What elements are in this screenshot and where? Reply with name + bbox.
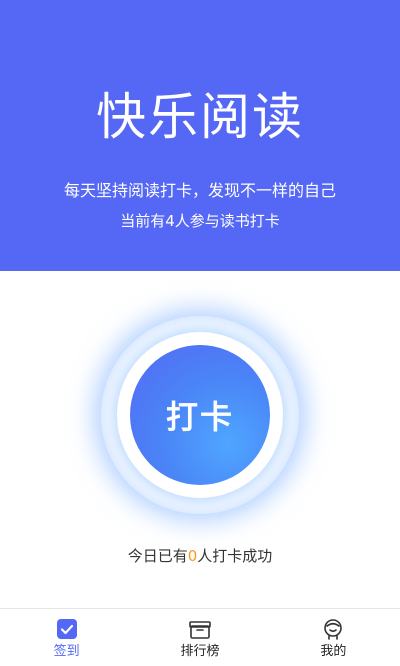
participants-count: 4	[165, 212, 175, 230]
app-title: 快乐阅读	[96, 88, 304, 146]
today-suffix: 人打卡成功	[197, 547, 273, 565]
user-icon	[324, 619, 343, 640]
participants-text: 当前有4人参与读书打卡	[0, 210, 400, 232]
today-count: 0	[187, 547, 198, 565]
tab-mine[interactable]: 我的	[267, 609, 400, 666]
tab-mine-label: 我的	[320, 644, 347, 659]
gift-box-icon	[189, 621, 211, 639]
checkin-button[interactable]: 打卡	[130, 345, 270, 485]
tab-checkin[interactable]: 签到	[0, 609, 133, 666]
participants-suffix: 人参与读书打卡	[174, 212, 280, 230]
tab-checkin-label: 签到	[53, 644, 80, 659]
hero-banner: 快乐阅读 每天坚持阅读打卡，发现不一样的自己 当前有4人参与读书打卡	[0, 0, 400, 271]
tab-ranking[interactable]: 排行榜	[133, 609, 266, 666]
checkbox-icon	[56, 619, 77, 639]
hero-subtitle: 每天坚持阅读打卡，发现不一样的自己	[63, 181, 336, 200]
today-checkin-status: 今日已有0人打卡成功	[0, 545, 400, 566]
tab-ranking-label: 排行榜	[180, 644, 220, 659]
today-prefix: 今日已有	[127, 547, 188, 565]
bottom-tab-bar: 签到 排行榜 我的	[0, 608, 400, 666]
participants-prefix: 当前有	[120, 212, 166, 230]
